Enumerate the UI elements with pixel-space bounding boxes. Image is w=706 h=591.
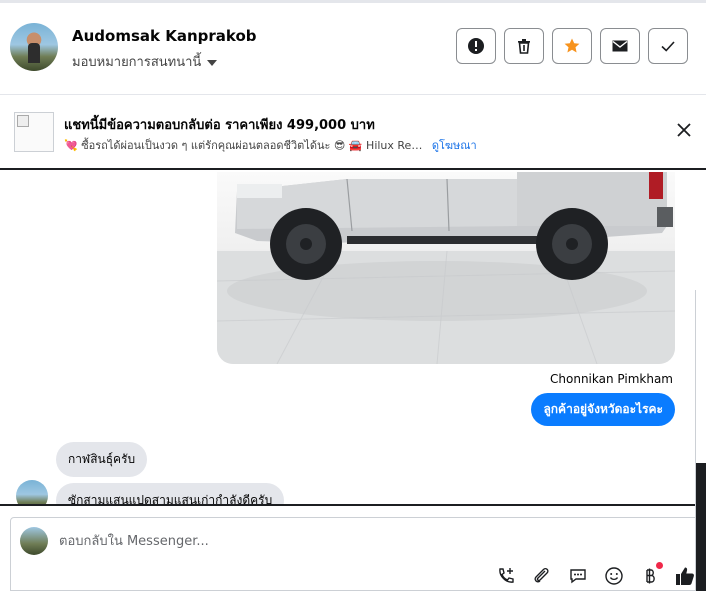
like-button[interactable] bbox=[674, 565, 696, 587]
notification-dot bbox=[656, 562, 663, 569]
conversation-header: Audomsak Kanprakob มอบหมายการสนทนานี้ bbox=[0, 3, 706, 95]
star-button[interactable] bbox=[552, 28, 592, 64]
composer-divider bbox=[0, 504, 696, 506]
ad-banner-text: 💘 ซื้อรถได้ผ่อนเป็นงวด ๆ แต่รักคุณผ่อนตล… bbox=[64, 139, 423, 152]
trash-icon bbox=[518, 39, 530, 54]
page-avatar bbox=[20, 527, 48, 555]
ad-banner-title: แชทนี้มีข้อความตอบกลับต่อ ราคาเพียง 499,… bbox=[64, 118, 375, 133]
ad-banner: แชทนี้มีข้อความตอบกลับต่อ ราคาเพียง 499,… bbox=[0, 96, 706, 170]
close-icon[interactable] bbox=[676, 122, 692, 138]
reply-composer bbox=[10, 517, 700, 591]
thumbs-up-icon bbox=[676, 567, 694, 585]
baht-icon bbox=[646, 568, 655, 584]
delete-button[interactable] bbox=[504, 28, 544, 64]
customer-avatar bbox=[16, 480, 48, 504]
report-button[interactable] bbox=[456, 28, 496, 64]
mark-done-button[interactable] bbox=[648, 28, 688, 64]
chat-bubble-icon bbox=[570, 569, 586, 584]
reply-input[interactable] bbox=[59, 530, 559, 552]
check-icon bbox=[661, 41, 675, 52]
phone-plus-icon bbox=[499, 568, 514, 583]
alert-circle-icon bbox=[468, 38, 484, 54]
ad-thumbnail bbox=[14, 112, 54, 152]
call-button[interactable] bbox=[495, 565, 517, 587]
car-photo-attachment[interactable] bbox=[217, 172, 675, 364]
caret-down-icon bbox=[207, 59, 218, 66]
outgoing-message[interactable]: ลูกค้าอยู่จังหวัดอะไรคะ bbox=[531, 393, 675, 426]
view-ad-link[interactable]: ดูโฆษณา bbox=[432, 139, 477, 152]
side-panel-dark-edge bbox=[696, 463, 706, 591]
envelope-icon bbox=[612, 40, 628, 52]
contact-avatar[interactable] bbox=[10, 23, 58, 71]
contact-name[interactable]: Audomsak Kanprakob bbox=[72, 27, 257, 45]
incoming-message[interactable]: ซักสามแสนแปดสามแสนเก่ากำลังดีครับ bbox=[56, 483, 285, 504]
assign-label: มอบหมายการสนทนานี้ bbox=[72, 55, 202, 70]
saved-replies-button[interactable] bbox=[567, 565, 589, 587]
ad-banner-subtitle: 💘 ซื้อรถได้ผ่อนเป็นงวด ๆ แต่รักคุณผ่อนตล… bbox=[64, 136, 477, 154]
emoji-button[interactable] bbox=[603, 565, 625, 587]
sender-name: Chonnikan Pimkham bbox=[550, 372, 673, 386]
smiley-icon bbox=[605, 567, 623, 585]
message-thread[interactable]: Chonnikan Pimkham ลูกค้าอยู่จังหวัดอะไรค… bbox=[0, 172, 696, 504]
incoming-message[interactable]: กาฬสินธุ์ครับ bbox=[56, 442, 148, 477]
pickup-truck-image bbox=[217, 172, 675, 364]
assign-conversation-dropdown[interactable]: มอบหมายการสนทนานี้ bbox=[72, 51, 218, 72]
attach-button[interactable] bbox=[531, 565, 553, 587]
paperclip-icon bbox=[534, 567, 549, 583]
star-icon bbox=[564, 38, 580, 53]
mark-unread-button[interactable] bbox=[600, 28, 640, 64]
